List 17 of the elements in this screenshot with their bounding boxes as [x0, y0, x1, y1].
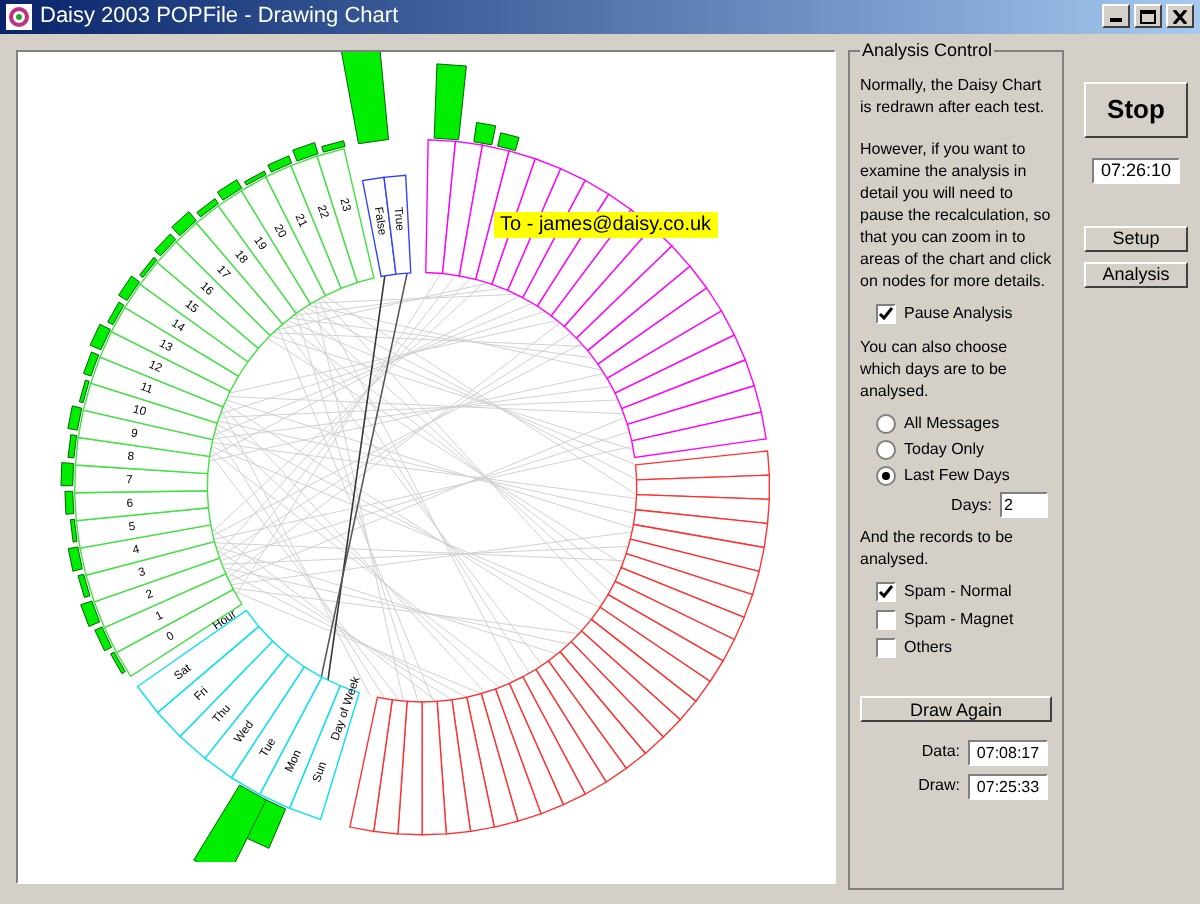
- pause-text: However, if you want to examine the analysis in detail you will need to pause the recalculation, so that you can zoom in to areas of the chart and click on nodes for more details.: [860, 138, 1052, 292]
- window-title: Daisy 2003 POPFile - Drawing Chart: [40, 2, 399, 32]
- draw-label: Draw:: [918, 774, 960, 798]
- records-text: And the records to be analysed.: [860, 526, 1015, 570]
- group-title: Analysis Control: [860, 37, 995, 64]
- radio-label: Last Few Days: [904, 464, 1010, 488]
- days-label: Days:: [951, 493, 992, 517]
- intro-text: Normally, the Daisy Chart is redrawn after each test.: [860, 74, 1047, 118]
- radio-label: Today Only: [904, 438, 985, 462]
- data-label: Data:: [921, 740, 960, 764]
- tooltip: To - james@daisy.co.uk: [494, 211, 718, 237]
- days-text: You can also choose which days are to be analysed.: [860, 336, 1010, 402]
- checkbox-label: Pause Analysis: [904, 302, 1013, 326]
- radio-label: All Messages: [904, 412, 1000, 436]
- checkbox-label: Spam - Normal: [904, 580, 1012, 604]
- checkbox-label: Others: [904, 636, 953, 660]
- checkbox-label: Spam - Magnet: [904, 608, 1014, 632]
